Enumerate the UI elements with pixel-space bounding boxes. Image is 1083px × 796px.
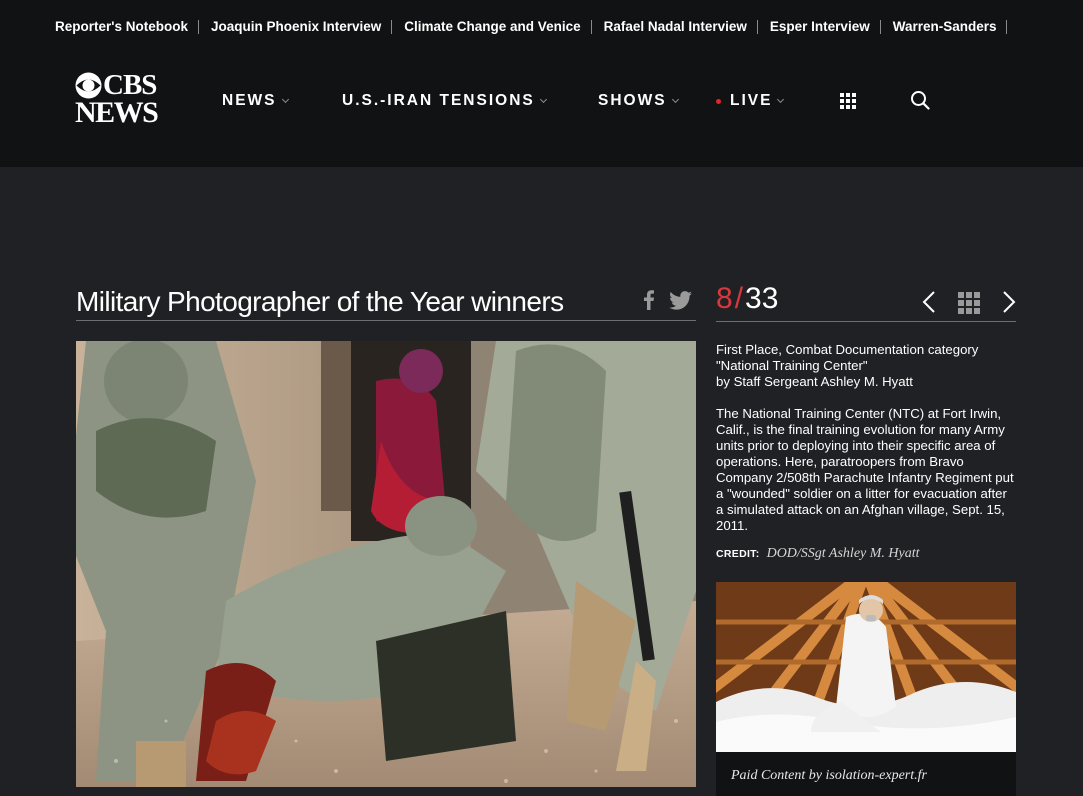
twitter-icon[interactable] <box>669 291 692 310</box>
menu-grid-icon[interactable] <box>840 93 856 109</box>
nav-news-label: NEWS <box>222 92 277 109</box>
facebook-icon[interactable] <box>644 290 654 310</box>
total-slide-count: 33 <box>745 282 779 315</box>
sponsored-caption: Paid Content by isolation-expert.fr <box>731 768 927 783</box>
trending-link-warren-sanders[interactable]: Warren-Sanders <box>893 20 1008 34</box>
chevron-down-icon <box>539 95 547 103</box>
caption-author: by Staff Sergeant Ashley M. Hyatt <box>716 374 913 389</box>
photo-credit: CREDIT: DOD/SSgt Ashley M. Hyatt <box>716 546 920 562</box>
photo-caption: First Place, Combat Documentation catego… <box>716 342 1016 534</box>
nav-news[interactable]: NEWS <box>222 91 289 111</box>
chevron-right-icon[interactable] <box>1002 290 1016 314</box>
thumbnails-grid-icon[interactable] <box>958 292 980 314</box>
gallery-counter-bar: 8/33 <box>716 282 1016 322</box>
nav-live[interactable]: LIVE <box>716 91 785 111</box>
chevron-down-icon <box>671 95 679 103</box>
credit-value: DOD/SSgt Ashley M. Hyatt <box>766 546 920 561</box>
nav-shows[interactable]: SHOWS <box>598 91 679 111</box>
chevron-left-icon[interactable] <box>922 290 936 314</box>
credit-label: CREDIT: <box>716 548 760 560</box>
nav-iran-label: U.S.-IRAN TENSIONS <box>342 92 535 109</box>
caption-title: "National Training Center" <box>716 358 868 373</box>
nav-us-iran-tensions[interactable]: U.S.-IRAN TENSIONS <box>342 91 547 111</box>
trending-link-reporters-notebook[interactable]: Reporter's Notebook <box>55 20 199 34</box>
nav-live-label: LIVE <box>730 92 773 109</box>
trending-link-rafael-nadal[interactable]: Rafael Nadal Interview <box>604 20 758 34</box>
attic-insulation-illustration <box>716 582 1016 752</box>
slide-counter: 8/33 <box>716 282 778 316</box>
cbs-news-logo[interactable]: CBS NEWS <box>75 71 161 129</box>
counter-separator: / <box>734 282 744 315</box>
gallery-title-bar: Military Photographer of the Year winner… <box>76 286 696 321</box>
trending-link-joaquin-phoenix[interactable]: Joaquin Phoenix Interview <box>211 20 393 34</box>
nav-shows-label: SHOWS <box>598 92 667 109</box>
sponsored-card[interactable]: Paid Content by isolation-expert.fr <box>716 582 1016 796</box>
live-dot-icon <box>716 98 721 104</box>
sponsored-image <box>716 582 1016 752</box>
logo-news-text: NEWS <box>75 96 159 129</box>
page-title: Military Photographer of the Year winner… <box>76 286 564 317</box>
soldiers-photo-illustration <box>76 341 696 787</box>
chevron-down-icon <box>777 95 785 103</box>
gallery-photo[interactable] <box>76 341 696 787</box>
chevron-down-icon <box>281 95 289 103</box>
current-slide-number: 8 <box>716 282 733 315</box>
trending-bar: Reporter's Notebook Joaquin Phoenix Inte… <box>55 18 1019 36</box>
caption-description: The National Training Center (NTC) at Fo… <box>716 406 1014 533</box>
masthead: Reporter's Notebook Joaquin Phoenix Inte… <box>0 0 1083 167</box>
trending-link-esper[interactable]: Esper Interview <box>770 20 881 34</box>
cbs-eye-icon <box>75 72 102 99</box>
search-icon[interactable] <box>910 90 930 110</box>
trending-link-climate-venice[interactable]: Climate Change and Venice <box>404 20 592 34</box>
caption-category: First Place, Combat Documentation catego… <box>716 342 979 357</box>
